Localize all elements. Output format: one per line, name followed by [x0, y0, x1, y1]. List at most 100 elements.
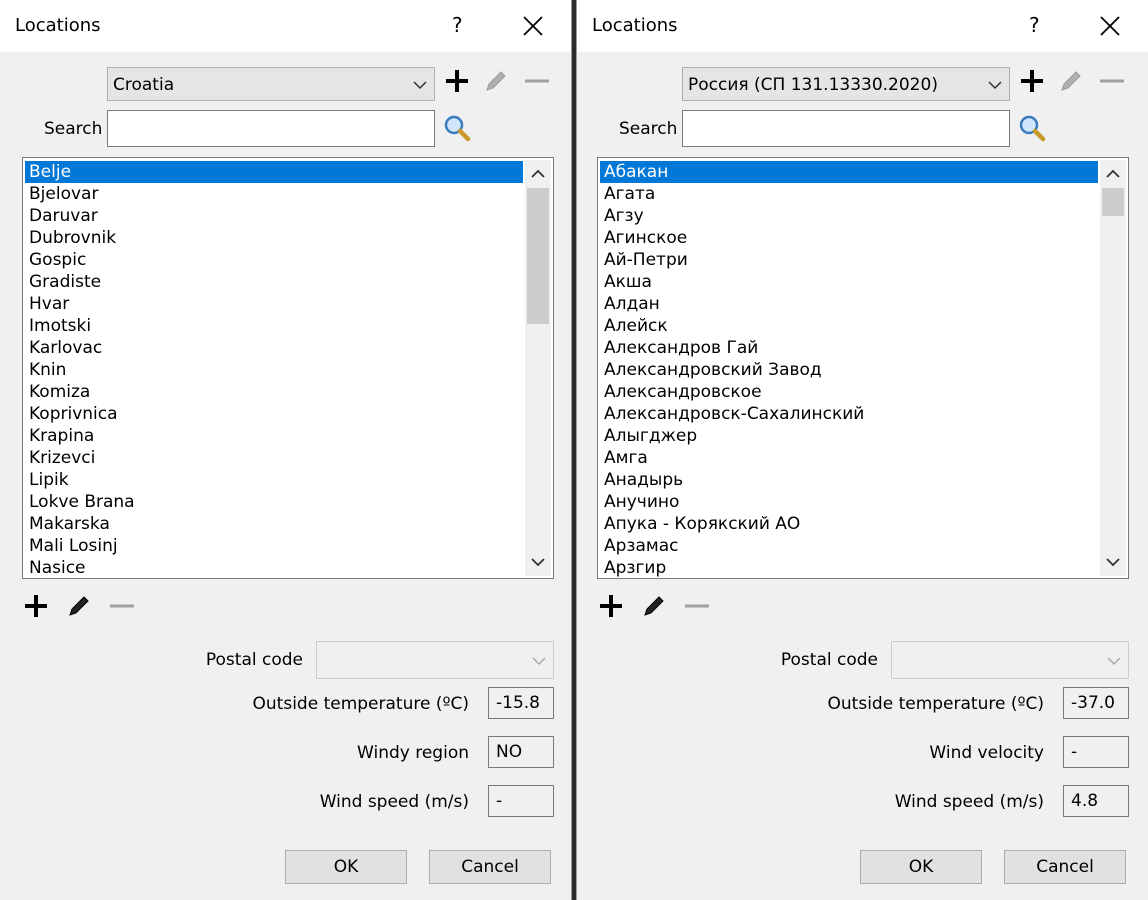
wind-velocity-label: Wind velocity	[929, 743, 1044, 763]
list-item[interactable]: Агинское	[600, 227, 1098, 249]
add-location-plus-icon[interactable]	[597, 592, 625, 620]
edit-country-pencil-icon[interactable]	[1057, 67, 1085, 95]
chevron-down-icon	[413, 81, 427, 90]
locations-dialog-left: Locations ? Croatia Search Belje Bjelovar…	[0, 0, 572, 900]
locations-list-items: Абакан Агата Агзу Агинское Ай-Петри Акша Алдан…	[600, 161, 1128, 578]
locations-dialog-right: Locations ? Россия (СП 131.13330.2020) S…	[576, 0, 1148, 900]
list-item[interactable]: Алдан	[600, 293, 1098, 315]
list-item[interactable]: Koprivnica	[25, 403, 523, 425]
search-input[interactable]	[682, 110, 1010, 147]
edit-country-pencil-icon[interactable]	[482, 67, 510, 95]
list-item[interactable]: Gradiste	[25, 271, 523, 293]
list-item[interactable]: Mali Losinj	[25, 535, 523, 557]
list-item[interactable]: Krizevci	[25, 447, 523, 469]
wind-speed-label: Wind speed (m/s)	[319, 792, 469, 812]
cancel-button[interactable]: Cancel	[1004, 850, 1126, 884]
search-input[interactable]	[107, 110, 435, 147]
chevron-down-icon[interactable]	[1106, 556, 1120, 568]
list-item[interactable]: Hvar	[25, 293, 523, 315]
list-item[interactable]: Belje	[25, 161, 523, 183]
chevron-down-icon	[1107, 657, 1121, 666]
locations-list[interactable]: Абакан Агата Агзу Агинское Ай-Петри Акша Алдан…	[597, 157, 1129, 579]
add-location-plus-icon[interactable]	[22, 592, 50, 620]
outside-temperature-label: Outside temperature (ºC)	[252, 694, 469, 714]
title-bar: Locations ?	[577, 0, 1148, 52]
country-select-value: Croatia	[113, 75, 175, 95]
remove-country-minus-icon[interactable]	[1098, 67, 1126, 95]
list-item[interactable]: Daruvar	[25, 205, 523, 227]
list-item[interactable]: Анучино	[600, 491, 1098, 513]
chevron-up-icon[interactable]	[1106, 168, 1120, 180]
list-item[interactable]: Gospic	[25, 249, 523, 271]
wind-speed-value: 4.8	[1063, 785, 1129, 817]
wind-velocity-value: -	[1063, 736, 1129, 768]
scrollbar-thumb[interactable]	[1102, 188, 1124, 216]
search-icon[interactable]	[1018, 114, 1046, 142]
remove-location-minus-icon[interactable]	[108, 592, 136, 620]
list-item[interactable]: Lipik	[25, 469, 523, 491]
country-select-value: Россия (СП 131.13330.2020)	[688, 75, 938, 95]
list-item[interactable]: Акша	[600, 271, 1098, 293]
list-item[interactable]: Karlovac	[25, 337, 523, 359]
list-item[interactable]: Агата	[600, 183, 1098, 205]
list-item[interactable]: Александровский Завод	[600, 359, 1098, 381]
list-item[interactable]: Lokve Brana	[25, 491, 523, 513]
list-item[interactable]: Nasice	[25, 557, 523, 578]
edit-location-pencil-icon[interactable]	[640, 592, 668, 620]
wind-speed-value: -	[488, 785, 554, 817]
list-item[interactable]: Komiza	[25, 381, 523, 403]
list-item[interactable]: Агзу	[600, 205, 1098, 227]
postal-code-label: Postal code	[205, 650, 303, 670]
close-icon[interactable]	[1097, 13, 1123, 39]
search-icon[interactable]	[443, 114, 471, 142]
list-item[interactable]: Александровск-Сахалинский	[600, 403, 1098, 425]
list-item[interactable]: Апука - Корякский АО	[600, 513, 1098, 535]
help-button[interactable]: ?	[1029, 13, 1040, 37]
close-icon[interactable]	[520, 13, 546, 39]
list-item[interactable]: Анадырь	[600, 469, 1098, 491]
outside-temperature-value: -37.0	[1063, 687, 1129, 719]
ok-button[interactable]: OK	[285, 850, 407, 884]
list-item[interactable]: Knin	[25, 359, 523, 381]
locations-list[interactable]: Belje Bjelovar Daruvar Dubrovnik Gospic Gradi…	[22, 157, 554, 579]
add-country-plus-icon[interactable]	[1018, 67, 1046, 95]
list-item[interactable]: Александровское	[600, 381, 1098, 403]
search-label: Search	[44, 119, 103, 139]
remove-country-minus-icon[interactable]	[523, 67, 551, 95]
postal-code-select[interactable]	[316, 641, 554, 679]
list-item[interactable]: Алыгджер	[600, 425, 1098, 447]
list-item[interactable]: Makarska	[25, 513, 523, 535]
dialog-title: Locations	[592, 15, 678, 36]
list-item[interactable]: Ай-Петри	[600, 249, 1098, 271]
add-country-plus-icon[interactable]	[443, 67, 471, 95]
outside-temperature-label: Outside temperature (ºC)	[827, 694, 1044, 714]
chevron-down-icon	[532, 657, 546, 666]
title-bar: Locations ?	[0, 0, 571, 52]
list-item[interactable]: Bjelovar	[25, 183, 523, 205]
list-scrollbar[interactable]	[525, 160, 551, 576]
list-item[interactable]: Арзгир	[600, 557, 1098, 578]
remove-location-minus-icon[interactable]	[683, 592, 711, 620]
chevron-down-icon[interactable]	[531, 556, 545, 568]
country-select[interactable]: Россия (СП 131.13330.2020)	[682, 67, 1010, 101]
list-item[interactable]: Алейск	[600, 315, 1098, 337]
list-item[interactable]: Абакан	[600, 161, 1098, 183]
list-item[interactable]: Амга	[600, 447, 1098, 469]
list-item[interactable]: Арзамас	[600, 535, 1098, 557]
outside-temperature-value: -15.8	[488, 687, 554, 719]
list-scrollbar[interactable]	[1100, 160, 1126, 576]
chevron-up-icon[interactable]	[531, 168, 545, 180]
windy-region-label: Windy region	[357, 743, 469, 763]
cancel-button[interactable]: Cancel	[429, 850, 551, 884]
edit-location-pencil-icon[interactable]	[65, 592, 93, 620]
ok-button[interactable]: OK	[860, 850, 982, 884]
list-item[interactable]: Krapina	[25, 425, 523, 447]
locations-list-items: Belje Bjelovar Daruvar Dubrovnik Gospic Gradi…	[25, 161, 553, 578]
country-select[interactable]: Croatia	[107, 67, 435, 101]
list-item[interactable]: Александров Гай	[600, 337, 1098, 359]
list-item[interactable]: Dubrovnik	[25, 227, 523, 249]
help-button[interactable]: ?	[452, 13, 463, 37]
scrollbar-thumb[interactable]	[527, 188, 549, 324]
list-item[interactable]: Imotski	[25, 315, 523, 337]
postal-code-select[interactable]	[891, 641, 1129, 679]
